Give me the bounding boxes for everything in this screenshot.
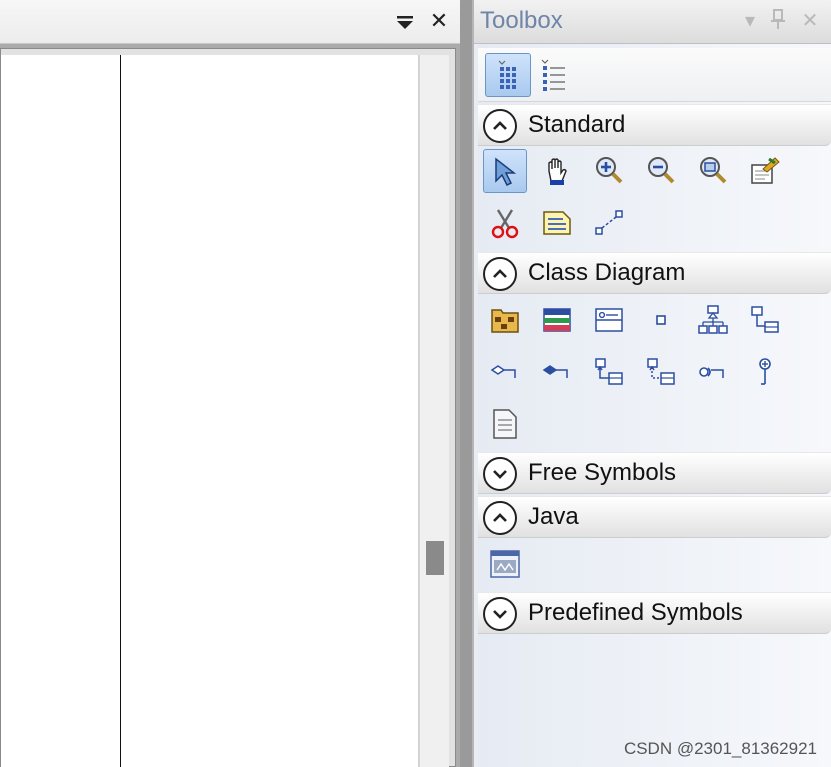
section-java-header[interactable]: Java [478, 496, 831, 538]
pin-icon [771, 9, 785, 29]
close-document-button[interactable]: ✕ [426, 9, 452, 35]
toolbox-close-button[interactable]: ✕ [798, 8, 822, 32]
tool-interface[interactable] [587, 298, 631, 342]
tool-zoom-fit[interactable] [691, 149, 735, 193]
tool-dependency[interactable] [691, 350, 735, 394]
hand-pan-icon [548, 158, 567, 185]
toolbox-body: Standard Class Diagram Free Symbols Java… [478, 44, 831, 767]
tool-association[interactable] [743, 298, 787, 342]
tool-note[interactable] [535, 201, 579, 245]
section-class-diagram-header[interactable]: Class Diagram [478, 252, 831, 294]
interface-icon [595, 308, 623, 332]
section-label: Standard [528, 111, 626, 138]
tool-cut[interactable] [483, 201, 527, 245]
section-free-symbols-header[interactable]: Free Symbols [478, 452, 831, 494]
close-icon: ✕ [801, 8, 819, 32]
section-label: Free Symbols [528, 459, 677, 486]
scrollbar-thumb[interactable] [426, 541, 444, 575]
tool-pan[interactable] [535, 149, 579, 193]
tool-class[interactable] [535, 298, 579, 342]
toolbox-title: Toolbox [480, 7, 563, 34]
composition-icon [542, 365, 568, 378]
tool-generalization[interactable] [691, 298, 735, 342]
class-icon [543, 308, 571, 332]
lifeline [120, 55, 121, 767]
zoom-out-icon [648, 157, 675, 184]
generalization-icon [698, 305, 728, 334]
section-label: Predefined Symbols [528, 599, 743, 626]
tool-package[interactable] [483, 298, 527, 342]
close-icon: ✕ [429, 9, 449, 34]
tool-note-link[interactable] [587, 201, 631, 245]
document-icon [493, 409, 517, 439]
document-bevel [0, 48, 456, 767]
toolbox-dropdown-button[interactable]: ▾ [738, 8, 762, 32]
java-class-icon [490, 550, 520, 578]
list-view-button[interactable] [531, 53, 577, 97]
aggregation-icon [490, 365, 516, 378]
association-icon [751, 306, 779, 333]
collapse-chevron-icon [483, 257, 517, 291]
package-icon [491, 309, 519, 333]
toolbox-pin-button[interactable] [766, 8, 790, 35]
section-predefined-symbols-header[interactable]: Predefined Symbols [478, 592, 831, 634]
tool-zoom-in[interactable] [587, 149, 631, 193]
inheritance-icon [595, 358, 623, 385]
section-label: Java [528, 503, 579, 530]
grid-view-icon [498, 60, 516, 89]
tool-composition[interactable] [535, 350, 579, 394]
document-frame [0, 44, 460, 767]
toolbox-title-bar: Toolbox ▾ ✕ [474, 0, 831, 44]
window-position-dropdown-button[interactable] [392, 9, 418, 35]
watermark: CSDN @2301_81362921 [623, 739, 817, 758]
tool-pointer[interactable] [483, 149, 527, 193]
tool-java-class[interactable] [483, 542, 527, 586]
tool-document[interactable] [483, 402, 527, 446]
toolbox-pane: Toolbox ▾ ✕ Standard Class Diagram Free … [472, 0, 831, 767]
section-label: Class Diagram [528, 259, 686, 286]
document-pane: ✕ [0, 0, 460, 767]
tool-inheritance[interactable] [587, 350, 631, 394]
realization-icon [647, 358, 675, 385]
zoom-in-icon [596, 157, 623, 184]
grid-view-button[interactable] [485, 53, 531, 97]
port-icon [656, 315, 666, 325]
dropdown-arrow-icon: ▾ [744, 8, 756, 32]
note-icon [543, 211, 571, 235]
zoom-fit-icon [700, 157, 727, 184]
tool-zoom-out[interactable] [639, 149, 683, 193]
tool-nesting[interactable] [743, 350, 787, 394]
diagram-canvas[interactable] [1, 55, 419, 767]
nesting-icon [759, 358, 771, 385]
vertical-scrollbar[interactable] [419, 55, 449, 767]
pointer-arrow-icon [495, 157, 517, 187]
collapse-chevron-icon [483, 501, 517, 535]
document-header: ✕ [0, 0, 460, 44]
expand-chevron-icon [483, 457, 517, 491]
dependency-icon [699, 367, 724, 378]
properties-icon [751, 157, 780, 184]
tool-realization[interactable] [639, 350, 683, 394]
scissors-icon [491, 209, 519, 239]
section-standard-header[interactable]: Standard [478, 104, 831, 146]
tool-port[interactable] [639, 298, 683, 342]
link-icon [595, 210, 623, 235]
tool-properties[interactable] [743, 149, 787, 193]
list-view-icon [541, 59, 565, 91]
collapse-chevron-icon [483, 109, 517, 143]
tool-aggregation[interactable] [483, 350, 527, 394]
expand-chevron-icon [483, 597, 517, 631]
view-toggle-bar [478, 48, 831, 102]
dropdown-arrow-icon [397, 16, 413, 29]
